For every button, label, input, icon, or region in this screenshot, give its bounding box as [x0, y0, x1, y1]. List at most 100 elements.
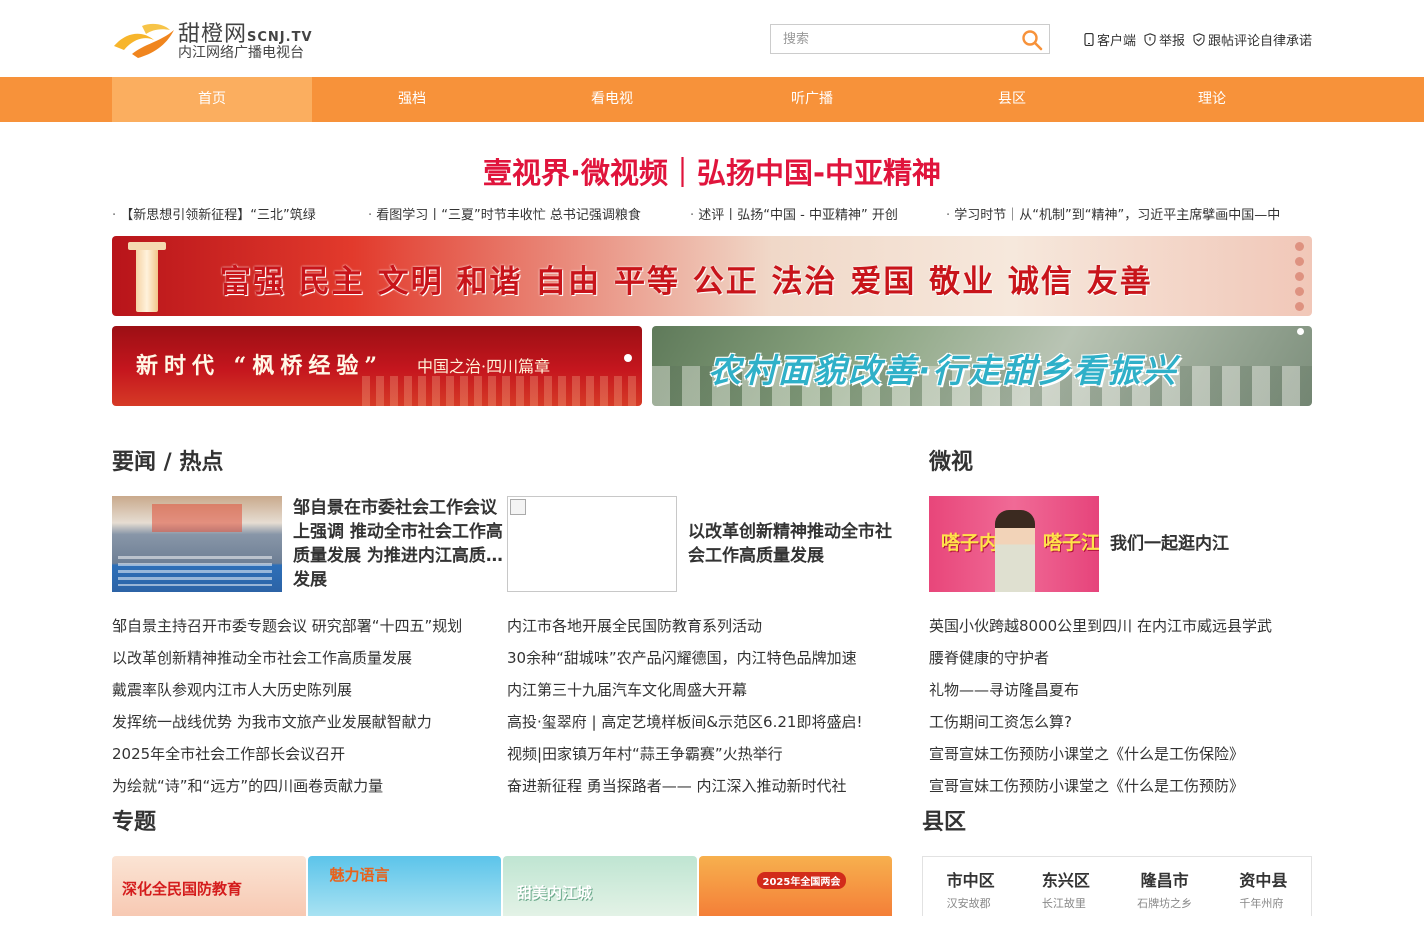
client-link[interactable]: 客户端 [1084, 30, 1136, 49]
shield-icon [1144, 33, 1156, 46]
news-section-title: 要闻 / 热点 [112, 450, 224, 475]
nav-item-theory[interactable]: 理论 [1112, 77, 1312, 122]
county-slogan: 汉安故郡 [946, 897, 991, 910]
micro-video-thumbnail[interactable]: 嗒子内 嗒子江 [929, 496, 1099, 592]
list-item[interactable]: 礼物——寻访隆昌夏布 [929, 674, 1312, 706]
county-section: 县区 市中区汉安故郡 东兴区长江故里 隆昌市石牌坊之乡 资中县千年州府 [922, 808, 1312, 916]
county-list: 市中区汉安故郡 东兴区长江故里 隆昌市石牌坊之乡 资中县千年州府 [922, 856, 1312, 916]
list-item[interactable]: 戴震率队参观内江市人大历史陈列展 [112, 674, 507, 706]
topic-card[interactable]: 2025年全国两会 [698, 856, 892, 916]
carousel-dot[interactable] [1297, 328, 1304, 335]
list-item[interactable]: 工伤期间工资怎么算? [929, 706, 1312, 738]
list-item[interactable]: 以改革创新精神推动全市社会工作高质量发展 [112, 642, 507, 674]
county-name: 东兴区 [1041, 871, 1090, 890]
topic-card-title: 甜美内江城 [517, 884, 593, 902]
broken-image-icon [510, 499, 526, 515]
fengqiao-title: 新时代 “枫桥经验” [136, 353, 383, 379]
list-item[interactable]: 30余种“甜城味”农产品闪耀德国，内江特色品牌加速 [507, 642, 902, 674]
news-list-left: 邹自景主持召开市委专题会议 研究部署“十四五”规划 以改革创新精神推动全市社会工… [112, 610, 507, 802]
site-header: 甜橙网SCNJ.TV 内江网络广播电视台 客户端 举报 跟帖评论自律承诺 [112, 0, 1312, 77]
county-section-title: 县区 [922, 810, 967, 835]
topic-card-title: 2025年全国两会 [756, 872, 847, 889]
fengqiao-banner[interactable]: 新时代 “枫桥经验” 中国之治·四川篇章 [112, 326, 642, 406]
list-item[interactable]: 发挥统一战线优势 为我市文旅产业发展献智献力 [112, 706, 507, 738]
person-figure [995, 510, 1035, 592]
list-item[interactable]: 邹自景主持召开市委专题会议 研究部署“十四五”规划 [112, 610, 507, 642]
ticker-item[interactable]: 述评丨弘扬“中国 - 中亚精神” 开创 [690, 204, 946, 224]
topic-card[interactable]: 深化全民国防教育 [112, 856, 306, 916]
broken-image-thumbnail[interactable] [507, 496, 677, 592]
nav-item-home[interactable]: 首页 [112, 77, 312, 122]
ticker-item[interactable]: 看图学习丨“三夏”时节丰收忙 总书记强调粮食 [368, 204, 690, 224]
feature-article[interactable]: 以改革创新精神推动全市社会工作高质量发展 [507, 496, 902, 592]
list-item[interactable]: 高投·玺翠府 | 高定艺境样板间&示范区6.21即将盛启! [507, 706, 902, 738]
county-name: 隆昌市 [1140, 871, 1189, 890]
fengqiao-subtitle: 中国之治·四川篇章 [417, 357, 551, 376]
feature-article-title[interactable]: 以改革创新精神推动全市社会工作高质量发展 [688, 496, 902, 592]
report-link-label: 举报 [1158, 34, 1185, 49]
nav-item-tv[interactable]: 看电视 [512, 77, 712, 122]
county-name: 市中区 [946, 871, 995, 890]
site-logo[interactable]: 甜橙网SCNJ.TV 内江网络广播电视台 [112, 14, 322, 64]
list-item[interactable]: 英国小伙跨越8000公里到四川 在内江市威远县学武 [929, 610, 1312, 642]
news-section: 要闻 / 热点 邹自景在市委社会工作会议上强调 推动全市社会工作高质量发展 为推… [112, 448, 902, 802]
headline-banner[interactable]: 壹视界·微视频｜弘扬中国-中亚精神 [112, 150, 1312, 190]
ticker-item[interactable]: 学习时节｜从“机制”到“精神”，习近平主席擘画中国—中 [946, 204, 1312, 224]
topic-card[interactable]: 甜美内江城 [503, 856, 697, 916]
feature-article-title[interactable]: 邹自景在市委社会工作会议上强调 推动全市社会工作高质量发展 为推进内江高质量发展 [293, 496, 507, 592]
list-item[interactable]: 视频|田家镇万年村“蒜王争霸赛”火热举行 [507, 738, 902, 770]
main-nav: 首页 强档 看电视 听广播 县区 理论 [0, 77, 1424, 122]
topics-section: 专题 深化全民国防教育 魅力语言 甜美内江城 2025年全国两会 [112, 808, 892, 916]
thumb-caption-right: 嗒子江 [1043, 532, 1099, 554]
report-link[interactable]: 举报 [1144, 30, 1185, 49]
meeting-thumbnail[interactable] [112, 496, 282, 592]
rural-banner-text: 农村面貌改善·行走甜乡看振兴 [708, 351, 1178, 390]
list-item[interactable]: 为绘就“诗”和“远方”的四川画卷贡献力量 [112, 770, 507, 802]
topic-card[interactable]: 魅力语言 [307, 856, 501, 916]
micro-section-title: 微视 [929, 450, 974, 475]
county-item[interactable]: 市中区 汉安故郡 [947, 867, 995, 916]
list-item[interactable]: 内江市各地开展全民国防教育系列活动 [507, 610, 902, 642]
list-item[interactable]: 腰脊健康的守护者 [929, 642, 1312, 674]
county-item[interactable]: 资中县 千年州府 [1239, 867, 1287, 916]
list-item[interactable]: 奋进新征程 勇当探路者—— 内江深入推动新时代社 [507, 770, 902, 802]
list-item[interactable]: 2025年全市社会工作部长会议召开 [112, 738, 507, 770]
list-item[interactable]: 宣哥宣妹工伤预防小课堂之《什么是工伤保险》 [929, 738, 1312, 770]
core-values-banner[interactable]: 富强 民主 文明 和谐 自由 平等 公正 法治 爱国 敬业 诚信 友善 [112, 236, 1312, 316]
list-item[interactable]: 宣哥宣妹工伤预防小课堂之《什么是工伤预防》 [929, 770, 1312, 802]
county-item[interactable]: 东兴区 长江故里 [1042, 867, 1090, 916]
top-links: 客户端 举报 跟帖评论自律承诺 [1084, 30, 1312, 49]
nav-item-county[interactable]: 县区 [912, 77, 1112, 122]
nav-item-featured[interactable]: 强档 [312, 77, 512, 122]
nav-item-radio[interactable]: 听广播 [712, 77, 912, 122]
county-name: 资中县 [1239, 871, 1288, 890]
micro-video-section: 微视 嗒子内 嗒子江 我们一起逛内江 英国小伙跨越8000公里到四川 在内江市威… [929, 448, 1312, 802]
feature-article[interactable]: 邹自景在市委社会工作会议上强调 推动全市社会工作高质量发展 为推进内江高质量发展 [112, 496, 507, 592]
rural-revitalization-banner[interactable]: 农村面貌改善·行走甜乡看振兴 [652, 326, 1312, 406]
news-list-right: 内江市各地开展全民国防教育系列活动 30余种“甜城味”农产品闪耀德国，内江特色品… [507, 610, 902, 802]
news-ticker: 【新思想引领新征程】“三北”筑绿 看图学习丨“三夏”时节丰收忙 总书记强调粮食 … [112, 204, 1312, 224]
ticker-item[interactable]: 【新思想引领新征程】“三北”筑绿 [112, 204, 368, 224]
county-slogan: 石牌坊之乡 [1137, 897, 1193, 910]
search-box [770, 24, 1050, 54]
shield-check-icon [1193, 33, 1205, 46]
search-icon[interactable] [1021, 29, 1043, 51]
micro-feature[interactable]: 嗒子内 嗒子江 我们一起逛内江 [929, 496, 1312, 592]
list-item[interactable]: 内江第三十九届汽车文化周盛大开幕 [507, 674, 902, 706]
carousel-dots [1295, 242, 1304, 311]
county-slogan: 千年州府 [1239, 897, 1284, 910]
search-input[interactable] [771, 25, 1011, 53]
carousel-dot[interactable] [624, 354, 632, 362]
mobile-icon [1084, 33, 1094, 46]
thumb-caption-left: 嗒子内 [941, 532, 999, 554]
micro-list: 英国小伙跨越8000公里到四川 在内江市威远县学武 腰脊健康的守护者 礼物——寻… [929, 610, 1312, 802]
comment-pledge-link[interactable]: 跟帖评论自律承诺 [1193, 30, 1312, 49]
logo-subtitle: 内江网络广播电视台 [178, 45, 304, 61]
skyline-decoration [362, 376, 642, 406]
micro-feature-title[interactable]: 我们一起逛内江 [1110, 496, 1229, 592]
topics-section-title: 专题 [112, 810, 157, 835]
county-item[interactable]: 隆昌市 石牌坊之乡 [1137, 867, 1192, 916]
county-slogan: 长江故里 [1041, 897, 1086, 910]
pillar-decoration [128, 242, 166, 312]
client-link-label: 客户端 [1096, 34, 1136, 49]
